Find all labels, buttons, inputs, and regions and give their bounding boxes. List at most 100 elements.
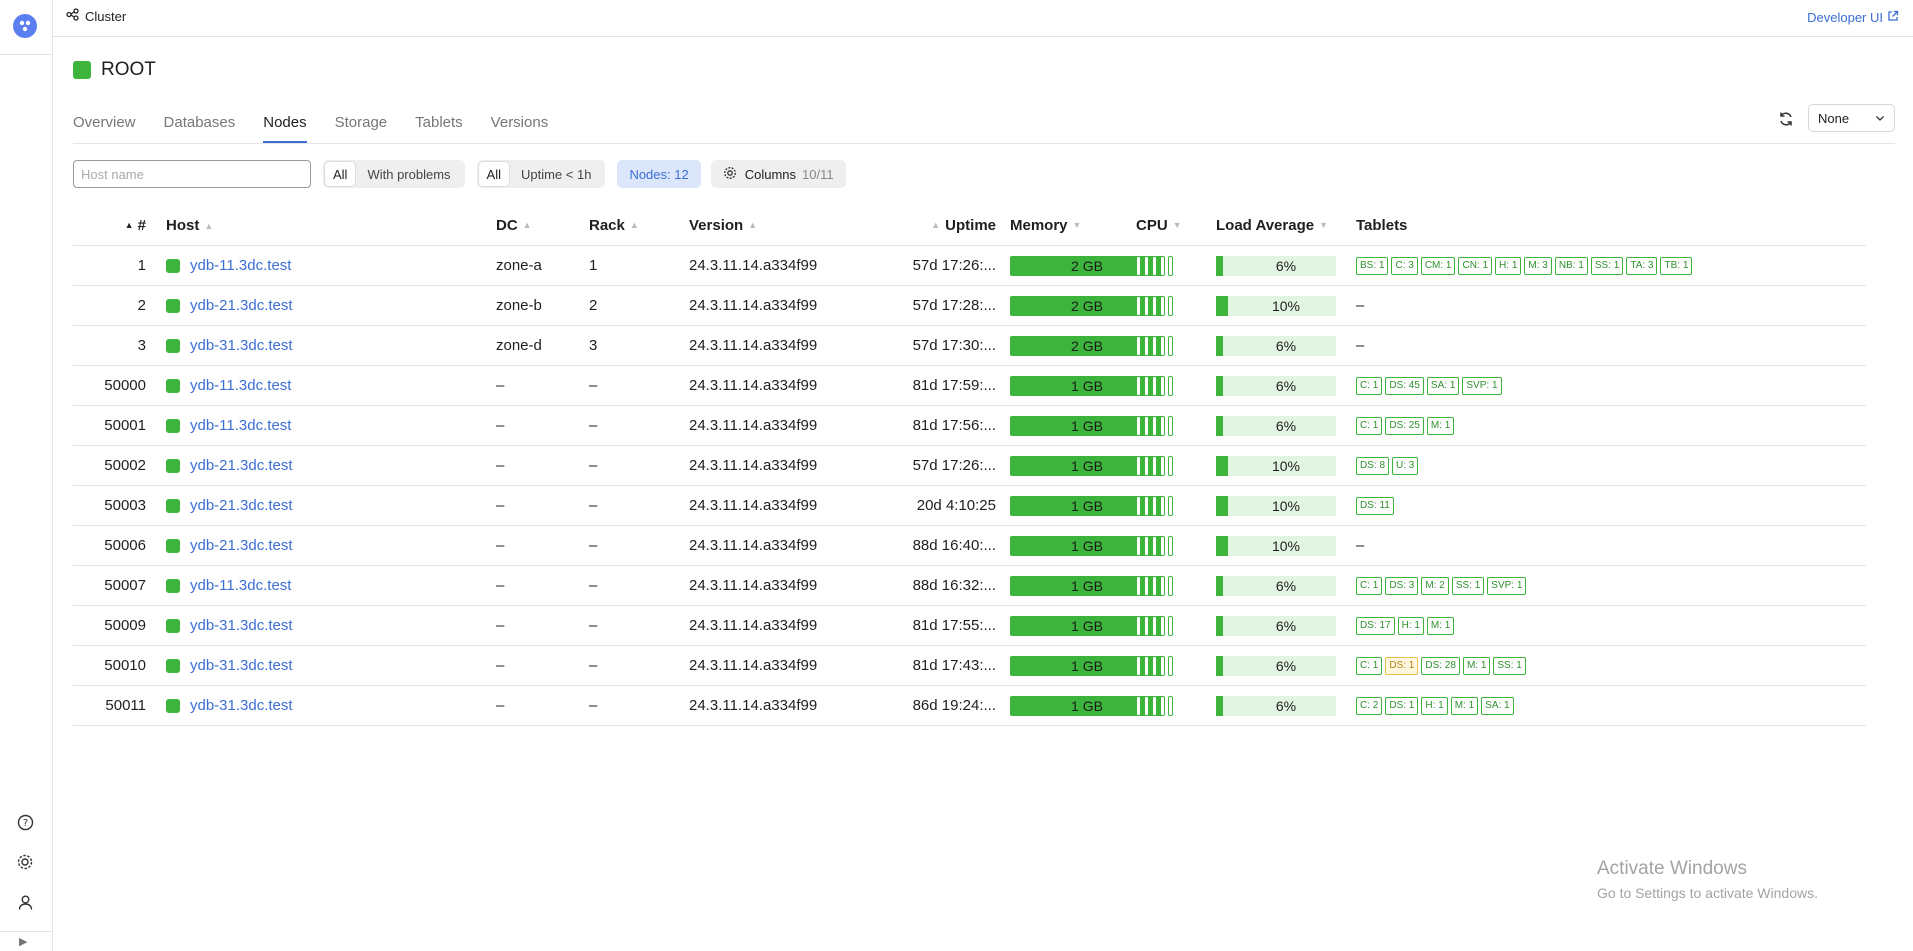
- tab-storage[interactable]: Storage: [335, 114, 388, 143]
- load-bar[interactable]: 6%: [1216, 615, 1336, 636]
- tab-databases[interactable]: Databases: [164, 114, 236, 143]
- refresh-icon[interactable]: [1775, 108, 1797, 130]
- table-row[interactable]: 50010 ydb-31.3dc.test – – 24.3.11.14.a334f99…: [73, 646, 1866, 686]
- table-row[interactable]: 2 ydb-21.3dc.test zone-b 2 24.3.11.14.a334f9…: [73, 286, 1866, 326]
- tablet-badge[interactable]: M: 1: [1462, 656, 1491, 675]
- table-row[interactable]: 3 ydb-31.3dc.test zone-d 3 24.3.11.14.a334f9…: [73, 326, 1866, 366]
- tablet-badge[interactable]: C: 1: [1356, 656, 1383, 675]
- cpu-pools[interactable]: [1136, 615, 1216, 636]
- tablet-badge[interactable]: SA: 1: [1426, 376, 1460, 395]
- tablet-badge[interactable]: SS: 1: [1590, 256, 1624, 275]
- cpu-pools[interactable]: [1136, 455, 1216, 476]
- host-link[interactable]: ydb-31.3dc.test: [190, 697, 293, 714]
- col-rack[interactable]: Rack ▲: [589, 217, 689, 234]
- tablet-badge[interactable]: DS: 28: [1421, 656, 1460, 675]
- cpu-pools[interactable]: [1136, 335, 1216, 356]
- cpu-pools[interactable]: [1136, 535, 1216, 556]
- table-row[interactable]: 50007 ydb-11.3dc.test – – 24.3.11.14.a334f99…: [73, 566, 1866, 606]
- col-load[interactable]: Load Average ▼: [1216, 217, 1356, 234]
- load-bar[interactable]: 10%: [1216, 455, 1336, 476]
- host-link[interactable]: ydb-21.3dc.test: [190, 457, 293, 474]
- tab-overview[interactable]: Overview: [73, 114, 136, 143]
- columns-button[interactable]: Columns 10/11: [710, 160, 846, 188]
- tablet-badge[interactable]: H: 1: [1397, 616, 1424, 635]
- tablet-badge[interactable]: C: 3: [1391, 256, 1418, 275]
- user-icon[interactable]: [14, 891, 36, 913]
- table-row[interactable]: 50001 ydb-11.3dc.test – – 24.3.11.14.a334f99…: [73, 406, 1866, 446]
- col-num[interactable]: ▲ #: [73, 217, 146, 234]
- host-link[interactable]: ydb-21.3dc.test: [190, 537, 293, 554]
- host-search-input[interactable]: [73, 160, 311, 188]
- col-uptime[interactable]: ▲ Uptime: [866, 217, 996, 234]
- cpu-pools[interactable]: [1136, 295, 1216, 316]
- tab-tablets[interactable]: Tablets: [415, 114, 463, 143]
- problem-filter-problems[interactable]: With problems: [355, 162, 462, 186]
- tablet-badge[interactable]: SVP: 1: [1462, 376, 1502, 395]
- cpu-pools[interactable]: [1136, 655, 1216, 676]
- host-link[interactable]: ydb-11.3dc.test: [190, 577, 291, 594]
- host-link[interactable]: ydb-31.3dc.test: [190, 617, 293, 634]
- load-bar[interactable]: 6%: [1216, 695, 1336, 716]
- host-link[interactable]: ydb-11.3dc.test: [190, 377, 291, 394]
- table-row[interactable]: 50011 ydb-31.3dc.test – – 24.3.11.14.a334f99…: [73, 686, 1866, 726]
- host-link[interactable]: ydb-21.3dc.test: [190, 497, 293, 514]
- load-bar[interactable]: 10%: [1216, 295, 1336, 316]
- table-row[interactable]: 50002 ydb-21.3dc.test – – 24.3.11.14.a334f99…: [73, 446, 1866, 486]
- developer-ui-link[interactable]: Developer UI: [1807, 10, 1899, 25]
- tablet-badge[interactable]: DS: 3: [1385, 576, 1419, 595]
- load-bar[interactable]: 6%: [1216, 655, 1336, 676]
- cpu-pools[interactable]: [1136, 415, 1216, 436]
- tablet-badge[interactable]: C: 2: [1356, 696, 1383, 715]
- tablet-badge[interactable]: C: 1: [1356, 376, 1383, 395]
- tab-versions[interactable]: Versions: [491, 114, 549, 143]
- uptime-filter-short[interactable]: Uptime < 1h: [509, 162, 603, 186]
- breadcrumb[interactable]: Cluster: [66, 8, 126, 24]
- tablet-badge[interactable]: SA: 1: [1481, 696, 1514, 715]
- tablet-badge[interactable]: H: 1: [1495, 256, 1522, 275]
- tablet-badge[interactable]: CN: 1: [1458, 256, 1493, 275]
- tab-nodes[interactable]: Nodes: [263, 114, 307, 143]
- auto-refresh-select[interactable]: None: [1808, 104, 1895, 132]
- load-bar[interactable]: 6%: [1216, 335, 1336, 356]
- col-dc[interactable]: DC ▲: [496, 217, 589, 234]
- col-host[interactable]: Host ▲: [146, 217, 496, 234]
- host-link[interactable]: ydb-11.3dc.test: [190, 257, 291, 274]
- tablet-badge[interactable]: C: 1: [1356, 576, 1383, 595]
- tablet-badge[interactable]: SS: 1: [1451, 576, 1485, 595]
- load-bar[interactable]: 10%: [1216, 535, 1336, 556]
- tablet-badge[interactable]: U: 3: [1392, 456, 1419, 475]
- host-link[interactable]: ydb-31.3dc.test: [190, 337, 293, 354]
- cpu-pools[interactable]: [1136, 695, 1216, 716]
- host-link[interactable]: ydb-21.3dc.test: [190, 297, 293, 314]
- tablet-badge[interactable]: DS: 25: [1385, 416, 1424, 435]
- tablet-badge[interactable]: TB: 1: [1660, 256, 1693, 275]
- problem-filter-all[interactable]: All: [325, 162, 356, 186]
- tablet-badge[interactable]: M: 1: [1450, 696, 1479, 715]
- tablet-badge[interactable]: M: 1: [1426, 616, 1455, 635]
- host-link[interactable]: ydb-31.3dc.test: [190, 657, 293, 674]
- load-bar[interactable]: 6%: [1216, 415, 1336, 436]
- table-row[interactable]: 50003 ydb-21.3dc.test – – 24.3.11.14.a334f99…: [73, 486, 1866, 526]
- table-row[interactable]: 50009 ydb-31.3dc.test – – 24.3.11.14.a334f99…: [73, 606, 1866, 646]
- tablet-badge[interactable]: DS: 1: [1385, 656, 1419, 675]
- logo-icon[interactable]: [13, 14, 37, 38]
- tablet-badge[interactable]: DS: 8: [1356, 456, 1390, 475]
- table-row[interactable]: 50006 ydb-21.3dc.test – – 24.3.11.14.a334f99…: [73, 526, 1866, 566]
- tablet-badge[interactable]: H: 1: [1421, 696, 1448, 715]
- col-memory[interactable]: Memory ▼: [996, 217, 1136, 234]
- help-icon[interactable]: ?: [14, 811, 36, 833]
- load-bar[interactable]: 6%: [1216, 575, 1336, 596]
- tablet-badge[interactable]: C: 1: [1356, 416, 1383, 435]
- cpu-pools[interactable]: [1136, 495, 1216, 516]
- tablet-badge[interactable]: BS: 1: [1356, 256, 1389, 275]
- table-row[interactable]: 50000 ydb-11.3dc.test – – 24.3.11.14.a334f99…: [73, 366, 1866, 406]
- col-version[interactable]: Version ▲: [689, 217, 866, 234]
- load-bar[interactable]: 10%: [1216, 495, 1336, 516]
- settings-icon[interactable]: [14, 851, 36, 873]
- load-bar[interactable]: 6%: [1216, 255, 1336, 276]
- tablet-badge[interactable]: TA: 3: [1626, 256, 1658, 275]
- tablet-badge[interactable]: SS: 1: [1493, 656, 1526, 675]
- load-bar[interactable]: 6%: [1216, 375, 1336, 396]
- tablet-badge[interactable]: DS: 11: [1356, 496, 1394, 515]
- table-row[interactable]: 1 ydb-11.3dc.test zone-a 1 24.3.11.14.a334f9…: [73, 246, 1866, 286]
